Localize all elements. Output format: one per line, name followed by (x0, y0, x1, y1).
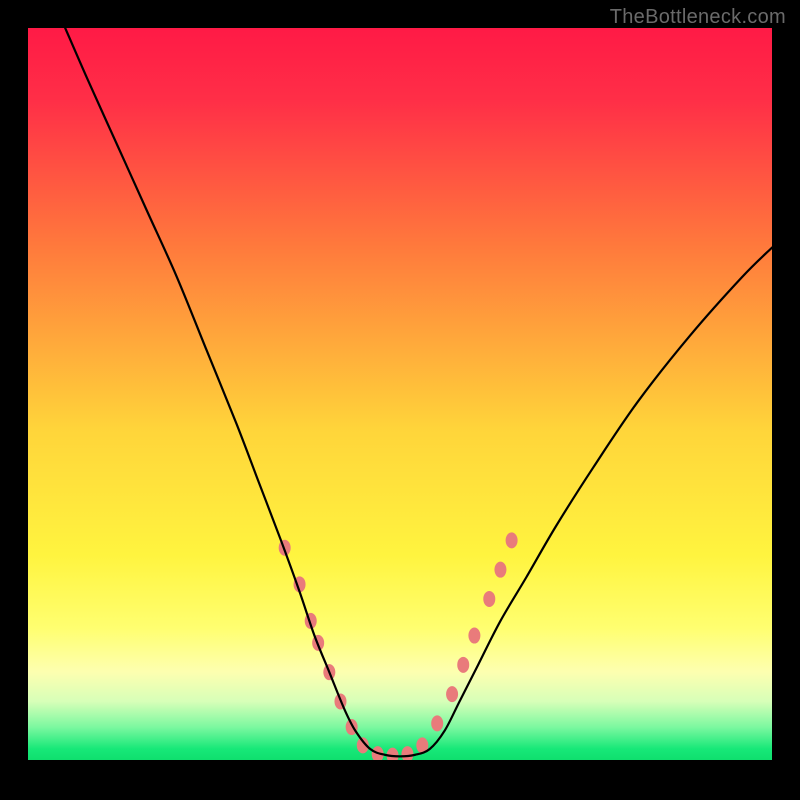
highlight-dot (483, 591, 495, 607)
highlight-dot (468, 628, 480, 644)
highlight-dot (401, 746, 413, 760)
highlight-dot (431, 715, 443, 731)
watermark-text: TheBottleneck.com (610, 6, 786, 29)
chart-frame: TheBottleneck.com (0, 0, 800, 800)
bottleneck-curve (65, 28, 772, 756)
highlight-dot (494, 562, 506, 578)
highlight-dot (387, 748, 399, 760)
highlight-dot (506, 532, 518, 548)
highlight-dot (446, 686, 458, 702)
highlight-dots (279, 532, 518, 760)
curve-layer (28, 28, 772, 760)
highlight-dot (457, 657, 469, 673)
plot-area (28, 28, 772, 760)
